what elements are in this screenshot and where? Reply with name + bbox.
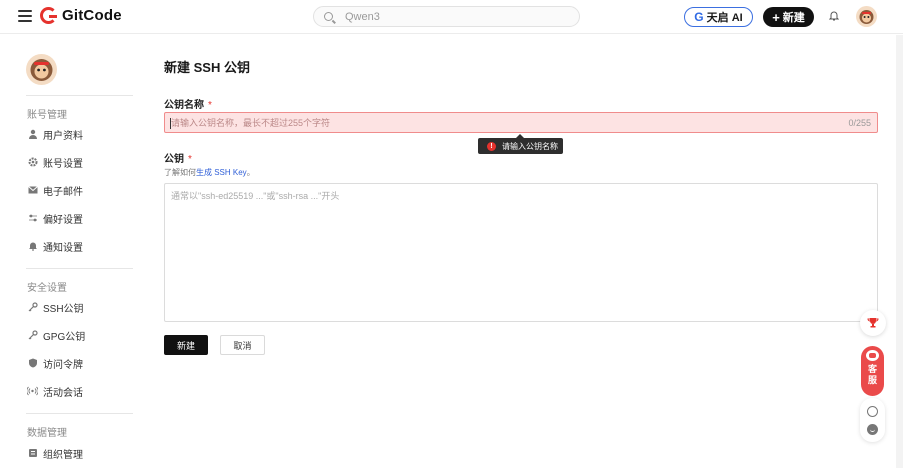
section-title-data: 数据管理: [27, 428, 67, 439]
sidebar-item-label: SSH公钥: [43, 303, 84, 315]
org-icon: [27, 448, 38, 459]
error-icon: !: [487, 141, 496, 151]
help-text: 了解如何生成 SSH Key。: [164, 167, 255, 178]
trophy-icon: [867, 318, 879, 328]
section-title-security: 安全设置: [27, 283, 67, 294]
ai-button-label: 天启 AI: [706, 12, 743, 24]
sidebar-avatar[interactable]: [26, 54, 57, 85]
user-avatar[interactable]: [856, 6, 877, 27]
public-key-label-text: 公钥: [164, 154, 184, 165]
sliders-icon: [27, 213, 38, 224]
sidebar-item-label: 活动会话: [43, 387, 83, 399]
logo[interactable]: GitCode: [40, 7, 122, 24]
sidebar-item-label: 账号设置: [43, 158, 83, 170]
sidebar-item-access-tokens[interactable]: 访问令牌: [27, 356, 83, 371]
sidebar-item-account-settings[interactable]: 账号设置: [27, 155, 83, 170]
floating-tools: [860, 398, 885, 442]
public-key-field[interactable]: [164, 183, 878, 322]
sidebar-item-label: 偏好设置: [43, 214, 83, 226]
gear-icon: [27, 157, 38, 168]
mail-icon: [27, 185, 38, 196]
headset-icon: [866, 350, 879, 361]
bell-icon: [27, 241, 38, 252]
sidebar-divider: [26, 95, 133, 96]
ai-logo-icon: G: [694, 10, 704, 24]
sidebar-divider: [26, 413, 133, 414]
sidebar-item-preferences[interactable]: 偏好设置: [27, 211, 83, 226]
sidebar-item-notifications[interactable]: 通知设置: [27, 239, 83, 254]
create-button[interactable]: 新建: [164, 335, 208, 355]
shield-icon: [27, 358, 38, 369]
key-name-label-text: 公钥名称: [164, 100, 204, 111]
cancel-button[interactable]: 取消: [220, 335, 265, 355]
plus-icon: +: [772, 9, 780, 25]
required-mark: *: [188, 154, 192, 165]
search-input[interactable]: [345, 10, 565, 23]
service-label-1: 客: [867, 364, 877, 374]
sidebar-item-label: 电子邮件: [43, 186, 83, 198]
section-title-account: 账号管理: [27, 110, 67, 121]
new-button-label: 新建: [782, 12, 805, 24]
logo-text: GitCode: [62, 7, 122, 24]
sidebar-item-label: 通知设置: [43, 242, 83, 254]
menu-icon[interactable]: [18, 10, 32, 22]
public-key-textarea[interactable]: [171, 189, 871, 316]
required-mark: *: [208, 100, 212, 111]
user-icon: [27, 129, 38, 140]
tianqi-ai-button[interactable]: G 天启 AI: [684, 7, 753, 27]
validation-tooltip: ! 请输入公钥名称: [478, 134, 563, 154]
sidebar-item-email[interactable]: 电子邮件: [27, 183, 83, 198]
trophy-button[interactable]: [860, 310, 886, 336]
sidebar: 账号管理 用户资料 账号设置 电子邮件 偏好设置 通知设置 安全设置 SSH公钥…: [0, 35, 150, 468]
sidebar-item-gpg-keys[interactable]: GPG公钥: [27, 328, 86, 343]
sidebar-item-organizations[interactable]: 组织管理: [27, 446, 83, 461]
sidebar-item-ssh-keys[interactable]: SSH公钥: [27, 300, 84, 315]
feedback-icon[interactable]: [867, 405, 878, 417]
key-name-input[interactable]: [165, 117, 849, 128]
validation-message: 请输入公钥名称: [502, 141, 558, 151]
service-label-2: 服: [867, 375, 877, 385]
key-icon: [27, 330, 38, 341]
character-counter: 0/255: [848, 117, 871, 128]
smile-icon[interactable]: [867, 423, 878, 435]
sidebar-item-label: 用户资料: [43, 130, 83, 142]
notification-bell-icon[interactable]: [829, 10, 839, 21]
help-suffix: 。: [246, 168, 255, 177]
customer-service-button[interactable]: 客 服: [861, 346, 884, 396]
new-button[interactable]: + 新建: [763, 7, 814, 27]
search-icon: [324, 12, 333, 21]
sidebar-divider: [26, 268, 133, 269]
text-caret: [170, 118, 171, 129]
help-prefix: 了解如何: [164, 168, 196, 177]
public-key-label: 公钥 *: [164, 150, 192, 165]
sidebar-item-label: GPG公钥: [43, 331, 86, 343]
page-title: 新建 SSH 公钥: [164, 60, 250, 75]
generate-ssh-key-link[interactable]: 生成 SSH Key: [196, 168, 247, 177]
sidebar-item-label: 访问令牌: [43, 359, 83, 371]
key-name-label: 公钥名称 *: [164, 96, 212, 111]
key-icon: [27, 302, 38, 313]
sidebar-item-label: 组织管理: [43, 449, 83, 461]
scrollbar-track[interactable]: [896, 35, 903, 468]
top-bar: GitCode G 天启 AI + 新建: [0, 0, 903, 34]
gitcode-logo-icon: [40, 7, 57, 24]
search-box[interactable]: [313, 6, 580, 27]
sidebar-item-profile[interactable]: 用户资料: [27, 127, 83, 142]
key-name-field[interactable]: 0/255: [164, 112, 878, 133]
sidebar-item-active-sessions[interactable]: 活动会话: [27, 384, 83, 399]
signal-icon: [27, 386, 38, 397]
